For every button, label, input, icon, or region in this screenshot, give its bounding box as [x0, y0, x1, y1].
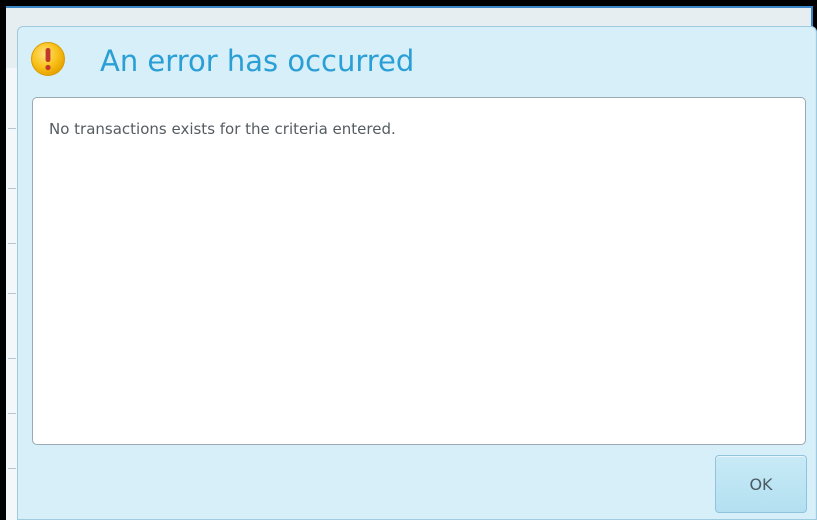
dialog-header: An error has occurred	[18, 27, 816, 97]
message-box: No transactions exists for the criteria …	[32, 97, 806, 445]
dialog-title: An error has occurred	[100, 44, 415, 78]
warning-icon	[30, 41, 66, 77]
ok-button[interactable]: OK	[715, 455, 807, 513]
error-message: No transactions exists for the criteria …	[49, 120, 396, 138]
screen: An error has occurred No transactions ex…	[0, 0, 817, 520]
error-dialog: An error has occurred No transactions ex…	[17, 26, 817, 520]
